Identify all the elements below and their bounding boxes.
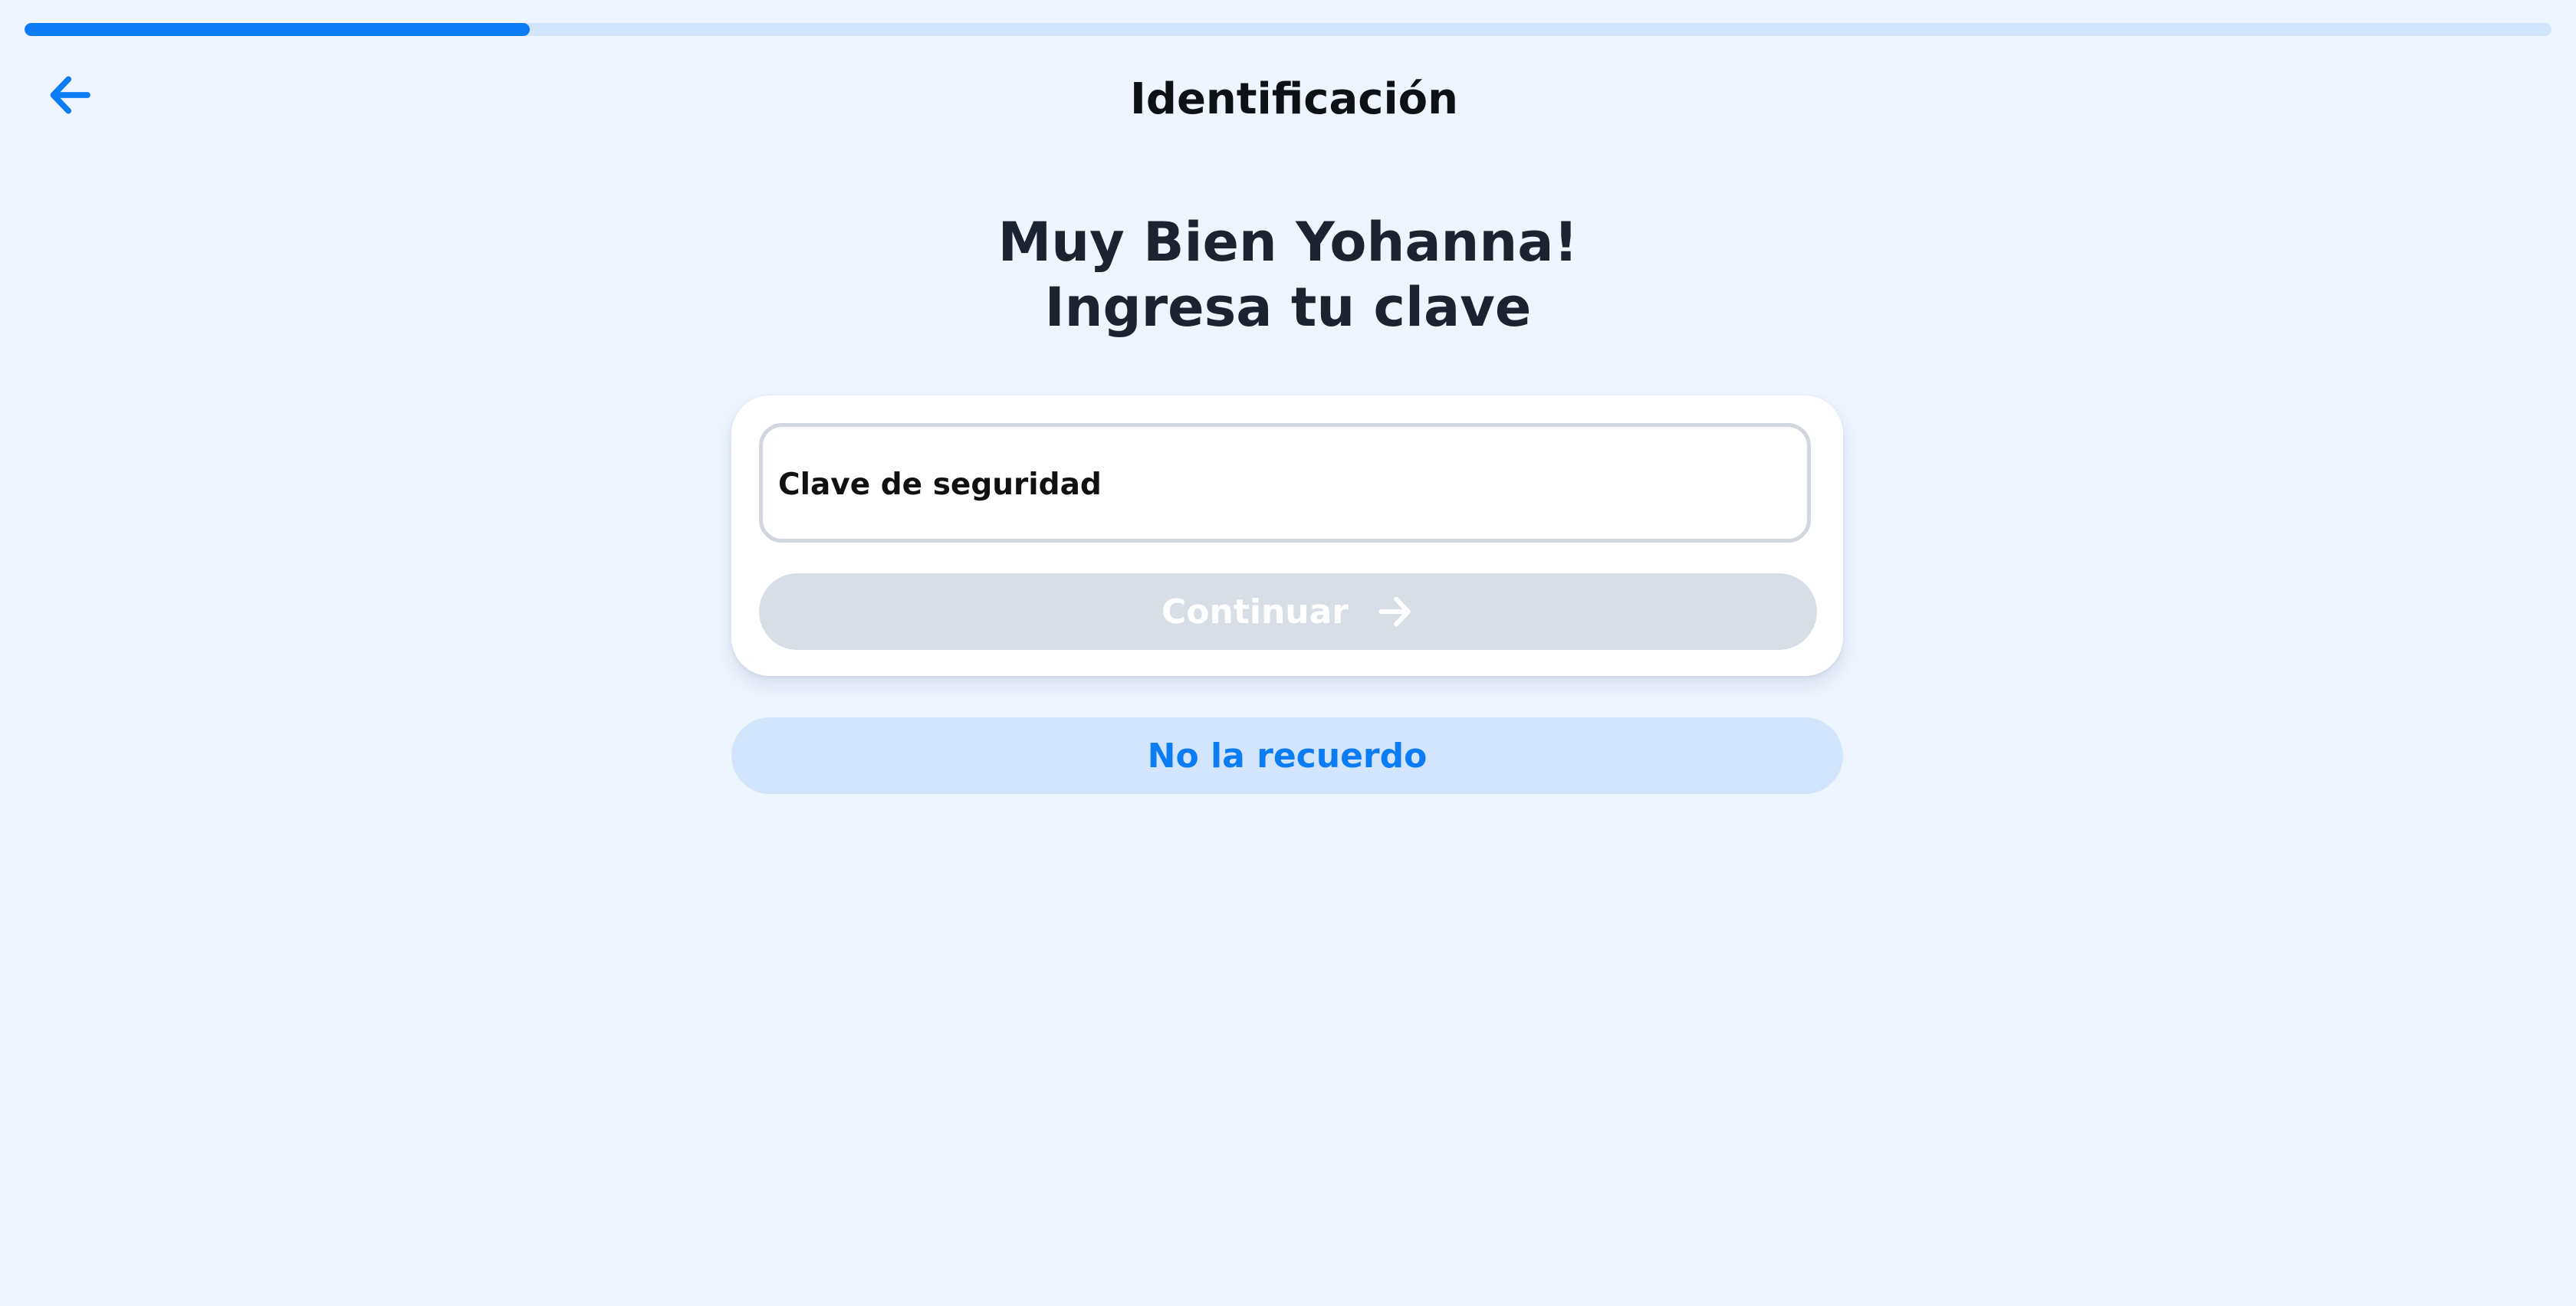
continue-button-label: Continuar [1162, 592, 1349, 632]
password-field-label: Clave de seguridad [778, 467, 1102, 502]
forgot-password-label: No la recuerdo [1147, 736, 1428, 776]
greeting-heading: Muy Bien Yohanna! Ingresa tu clave [0, 210, 2576, 340]
login-card: Clave de seguridad Continuar [731, 395, 1843, 676]
arrow-right-icon [1378, 596, 1411, 627]
progress-bar [25, 23, 2551, 36]
instruction-line: Ingresa tu clave [1044, 276, 1532, 339]
progress-fill [25, 23, 531, 36]
forgot-password-button[interactable]: No la recuerdo [731, 717, 1843, 794]
continue-button[interactable]: Continuar [759, 573, 1817, 650]
greeting-line: Muy Bien Yohanna! [997, 211, 1579, 274]
password-field[interactable]: Clave de seguridad [759, 423, 1811, 543]
page-title: Identificación [1130, 74, 1458, 124]
